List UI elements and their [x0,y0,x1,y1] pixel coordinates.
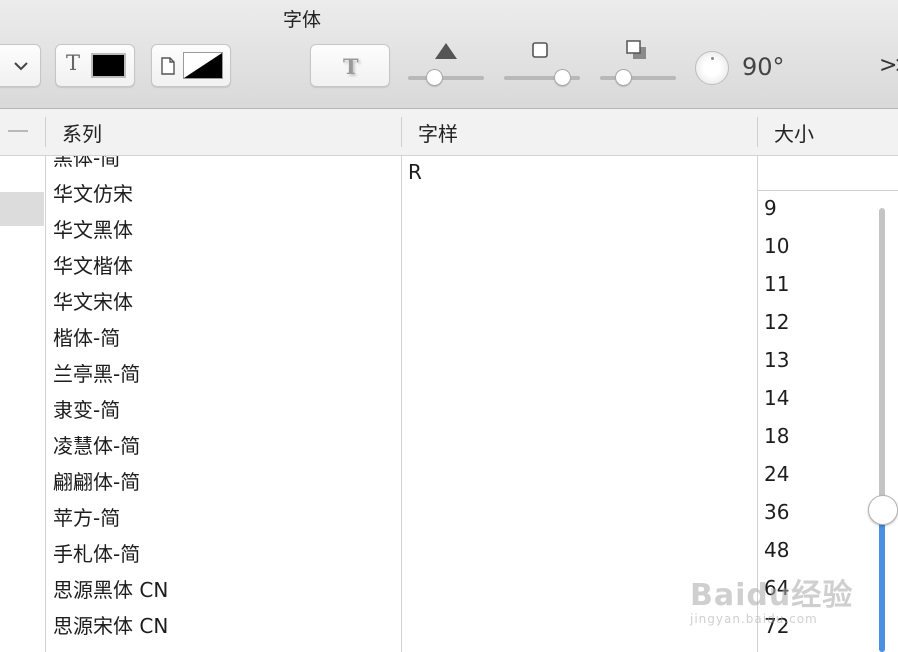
family-item[interactable]: 隶变-简 [53,394,120,423]
document-icon [161,57,175,75]
column-separator [401,117,402,147]
family-item[interactable]: 华文黑体 [53,214,133,243]
family-item[interactable]: 宋体-简 [53,646,120,652]
size-option[interactable]: 13 [764,348,789,372]
family-item[interactable]: 翩翩体-简 [53,466,140,495]
size-option[interactable]: 48 [764,538,789,562]
collection-list[interactable] [0,156,45,652]
collection-header [8,130,28,132]
typeface-header: 字样 [418,122,458,146]
column-separator [45,117,46,147]
shadow-angle-value: 90° [742,53,785,81]
size-option[interactable]: 12 [764,310,789,334]
opacity-triangle-icon [435,43,457,59]
toolbar: 字体 T T 90° >> [0,0,898,109]
text-color-swatch [91,53,126,78]
family-item[interactable]: 华文楷体 [53,250,133,279]
family-item[interactable]: 华文宋体 [53,286,133,315]
family-list[interactable]: 黑体-简华文仿宋华文黑体华文楷体华文宋体楷体-简兰亭黑-简隶变-简凌慧体-简翩翩… [46,156,401,652]
family-item[interactable]: 苹方-简 [53,502,120,531]
shadow-offset-slider[interactable] [600,76,676,80]
shadow-blur-knob[interactable] [554,69,572,86]
chevron-down-icon [14,62,28,71]
family-item[interactable]: 楷体-简 [53,322,120,351]
family-item[interactable]: 华文仿宋 [53,178,133,207]
family-item[interactable]: 思源宋体 CN [53,610,168,639]
shadow-opacity-knob[interactable] [425,69,443,86]
text-shadow-button[interactable]: T [310,44,390,87]
shadow-opacity-slider[interactable] [408,76,484,80]
watermark-url: jingyan.baidu.com [690,612,818,626]
size-header: 大小 [774,122,814,146]
typeface-item[interactable]: R [408,160,422,184]
collection-menu-button[interactable] [0,44,41,87]
size-slider-knob[interactable] [868,494,898,525]
family-item[interactable]: 手札体-简 [53,538,140,567]
collection-selected-item[interactable] [0,192,44,226]
shadow-offset-knob[interactable] [614,69,632,86]
blur-square-icon [532,42,548,58]
family-item[interactable]: 黑体-简 [53,156,120,171]
size-option[interactable]: 24 [764,462,789,486]
size-slider[interactable] [879,208,885,652]
family-item[interactable]: 思源黑体 CN [53,574,168,603]
size-slider-fill [879,509,885,652]
text-color-button[interactable]: T [55,44,135,87]
family-header: 系列 [62,122,102,146]
offset-squares-icon [626,40,646,59]
size-input[interactable] [758,156,898,191]
watermark-brand: Baidu经验 [690,578,854,613]
text-t-icon: T [66,51,81,75]
size-option[interactable]: 36 [764,500,789,524]
dial-indicator [711,57,714,60]
size-option[interactable]: 18 [764,424,789,448]
size-option[interactable]: 14 [764,386,789,410]
family-item[interactable]: 凌慧体-简 [53,430,140,459]
toolbar-overflow-button[interactable]: >> [879,53,898,78]
shadow-t-icon: T [343,54,359,79]
column-header-row: 系列 字样 大小 [0,109,898,156]
column-separator [757,117,758,147]
document-color-swatch [183,52,223,79]
size-option[interactable]: 10 [764,234,789,258]
size-option[interactable]: 11 [764,272,789,296]
document-color-button[interactable] [151,44,231,87]
baidu-jingyan-watermark: Baidu经验 jingyan.baidu.com [690,570,853,626]
shadow-angle-dial[interactable] [695,51,729,85]
family-item[interactable]: 兰亭黑-简 [53,358,140,387]
window-title: 字体 [282,9,321,31]
size-option[interactable]: 9 [764,196,777,220]
